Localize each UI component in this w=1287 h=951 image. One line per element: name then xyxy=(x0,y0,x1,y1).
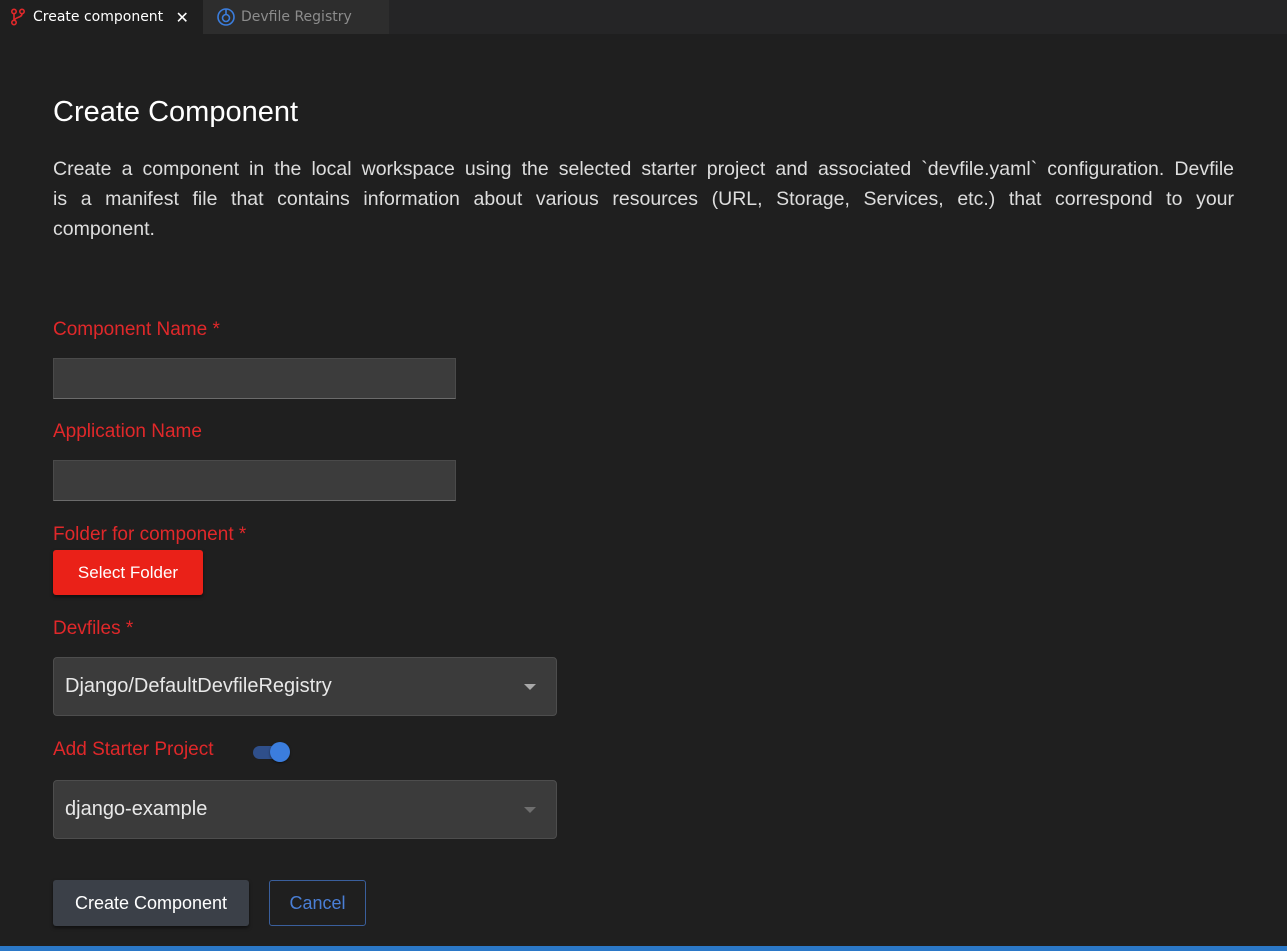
close-icon[interactable]: ✕ xyxy=(173,8,191,27)
tab-label: Devfile Registry xyxy=(241,9,352,25)
toggle-thumb xyxy=(270,742,290,762)
application-name-label: Application Name xyxy=(53,421,202,442)
starter-project-label: Add Starter Project xyxy=(53,739,214,760)
page-description: Create a component in the local workspac… xyxy=(53,158,1234,240)
devfiles-selected-value: Django/DefaultDevfileRegistry xyxy=(65,675,332,697)
application-name-input[interactable] xyxy=(53,460,456,501)
editor-tab-bar: Create component ✕ Devfile Registry xyxy=(0,0,1287,34)
starter-project-selected-value: django-example xyxy=(65,798,208,820)
starter-project-select[interactable]: django-example xyxy=(53,780,557,839)
git-branch-icon xyxy=(8,7,28,27)
tab-label: Create component xyxy=(33,9,164,25)
status-bar xyxy=(0,946,1287,951)
create-component-button[interactable]: Create Component xyxy=(53,880,249,926)
tab-devfile-registry[interactable]: Devfile Registry xyxy=(203,0,389,34)
cancel-button[interactable]: Cancel xyxy=(269,880,366,926)
registry-icon xyxy=(216,7,236,27)
devfiles-select[interactable]: Django/DefaultDevfileRegistry xyxy=(53,657,557,716)
component-name-label: Component Name * xyxy=(53,319,220,340)
devfiles-label: Devfiles * xyxy=(53,618,134,639)
starter-project-toggle[interactable] xyxy=(253,741,293,765)
select-folder-button[interactable]: Select Folder xyxy=(53,550,203,595)
chevron-down-icon xyxy=(524,807,536,813)
component-name-input[interactable] xyxy=(53,358,456,399)
chevron-down-icon xyxy=(524,684,536,690)
folder-label: Folder for component * xyxy=(53,524,247,545)
tab-create-component[interactable]: Create component ✕ xyxy=(0,0,203,34)
page-title: Create Component xyxy=(53,96,299,128)
